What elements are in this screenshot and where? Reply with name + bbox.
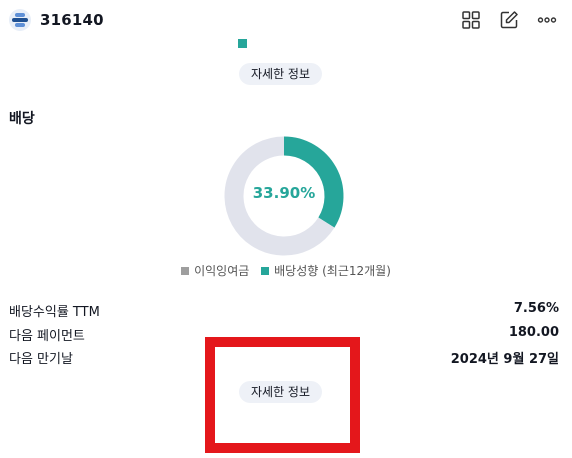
legend-swatch-payout <box>261 267 270 275</box>
row-value: 2024년 9월 27일 <box>450 352 559 367</box>
row-label: 다음 페이먼트 <box>9 329 85 344</box>
legend-item-payout-ratio: 배당성향 (최근12개월) <box>261 262 391 279</box>
clipped-legend <box>0 35 572 49</box>
ticker-symbol: 316140 <box>40 11 104 29</box>
legend-swatch-retained <box>181 267 190 275</box>
grid-icon[interactable] <box>460 9 482 31</box>
chart-legend: 이익잉여금 배당성향 (최근12개월) <box>0 262 572 279</box>
legend-label-payout: 배당성향 (최근12개월) <box>274 264 391 278</box>
row-dividend-yield: 배당수익률 TTM 7.56% <box>9 301 559 321</box>
legend-item-retained-earnings: 이익잉여금 <box>181 262 249 279</box>
legend-label-retained: 이익잉여금 <box>194 264 250 278</box>
header: 316140 <box>0 0 572 38</box>
company-logo <box>9 9 31 31</box>
row-label: 다음 만기날 <box>9 352 73 367</box>
row-label: 배당수익률 TTM <box>9 305 100 320</box>
more-icon[interactable] <box>536 9 558 31</box>
section-title-dividend: 배당 <box>9 111 35 127</box>
legend-swatch <box>238 39 247 48</box>
highlight-box <box>205 337 360 453</box>
edit-icon[interactable] <box>498 9 520 31</box>
payout-ratio-value: 33.90% <box>252 184 316 202</box>
more-info-button-top[interactable]: 자세한 정보 <box>239 63 323 85</box>
row-value: 180.00 <box>508 325 559 340</box>
row-value: 7.56% <box>513 301 559 316</box>
